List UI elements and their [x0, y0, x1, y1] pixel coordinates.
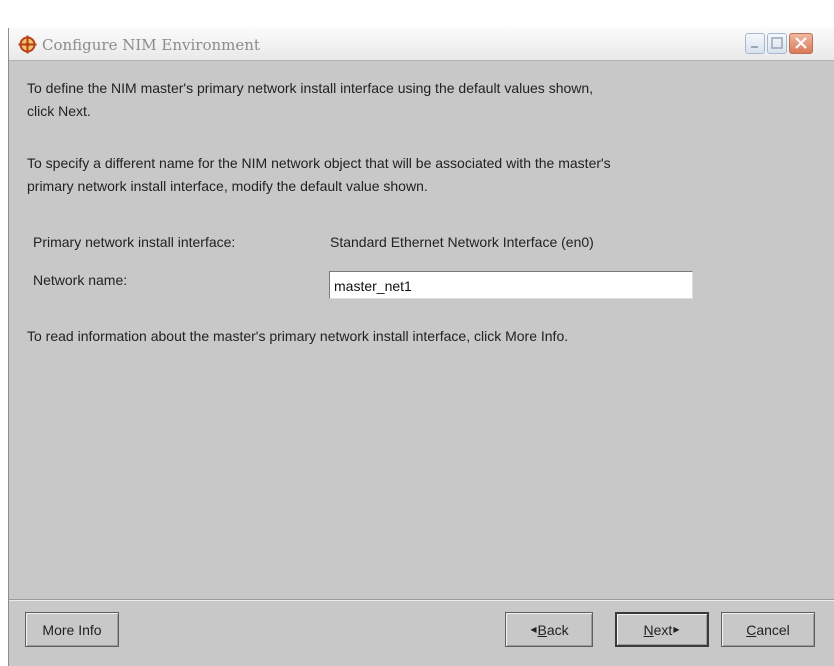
rename-paragraph: To specify a different name for the NIM …	[27, 152, 611, 198]
next-label-rest: ext	[653, 621, 673, 638]
close-button[interactable]	[789, 33, 813, 54]
back-button[interactable]: ◀ Back	[505, 612, 593, 647]
maximize-button[interactable]	[767, 33, 787, 54]
back-arrow-icon: ◀	[530, 625, 537, 634]
more-info-paragraph: To read information about the master's p…	[27, 328, 569, 344]
nim-target-icon	[18, 35, 37, 54]
back-mnemonic: B	[537, 621, 547, 638]
close-icon	[795, 37, 807, 49]
more-info-button[interactable]: More Info	[25, 612, 119, 647]
next-button[interactable]: Next ▶	[615, 612, 709, 647]
interface-label: Primary network install interface:	[33, 234, 236, 250]
intro-line-2: click Next.	[27, 103, 91, 119]
interface-value: Standard Ethernet Network Interface (en0…	[330, 234, 594, 250]
maximize-icon	[771, 37, 783, 49]
back-label-rest: ack	[546, 621, 569, 638]
window-title: Configure NIM Environment	[42, 36, 260, 54]
network-name-input[interactable]	[329, 271, 693, 299]
intro-paragraph: To define the NIM master's primary netwo…	[27, 77, 593, 123]
more-info-label: More Info	[42, 621, 102, 638]
minimize-button[interactable]	[745, 33, 765, 54]
cancel-button[interactable]: Cancel	[721, 612, 815, 647]
next-mnemonic: N	[643, 621, 654, 638]
cancel-label-rest: ancel	[756, 621, 790, 638]
title-bar[interactable]: Configure NIM Environment	[9, 28, 834, 61]
rename-line-2: primary network install interface, modif…	[27, 178, 428, 194]
network-name-label: Network name:	[33, 272, 128, 288]
footer-divider	[9, 599, 834, 601]
cancel-mnemonic: C	[746, 621, 757, 638]
configure-nim-dialog: Configure NIM Environment To define the …	[8, 28, 834, 666]
minimize-icon	[751, 46, 758, 48]
intro-line-1: To define the NIM master's primary netwo…	[27, 80, 594, 96]
next-arrow-icon: ▶	[673, 625, 680, 634]
rename-line-1: To specify a different name for the NIM …	[27, 155, 611, 171]
